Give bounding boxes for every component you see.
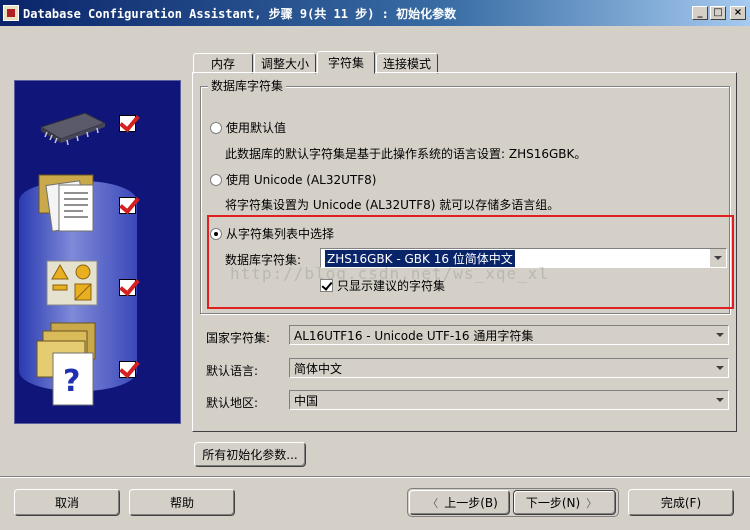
radio-button[interactable] xyxy=(210,173,222,186)
chevron-down-icon[interactable] xyxy=(712,326,728,344)
stage-1-check-icon xyxy=(119,115,136,132)
default-territory-select[interactable]: 中国 xyxy=(289,390,729,410)
default-charset-description: 此数据库的默认字符集是基于此操作系统的语言设置: ZHS16GBK。 xyxy=(225,147,587,161)
stage-2-check-icon xyxy=(119,197,136,214)
next-label: 下一步(N) xyxy=(525,496,581,510)
chip-icon xyxy=(33,99,128,169)
radio-label: 从字符集列表中选择 xyxy=(226,227,335,241)
tab-memory[interactable]: 内存 xyxy=(193,53,253,74)
radio-button[interactable] xyxy=(210,121,222,134)
chevron-left-icon: 〈 xyxy=(427,496,439,510)
tab-strip: 内存 调整大小 字符集 连接模式 xyxy=(193,51,439,74)
show-recommended-checkbox[interactable]: 只显示建议的字符集 xyxy=(320,277,445,294)
default-language-value: 简体中文 xyxy=(294,361,343,376)
wizard-image-panel: ? xyxy=(14,80,181,424)
stage-3-check-icon xyxy=(119,279,136,296)
group-legend: 数据库字符集 xyxy=(208,77,287,94)
default-territory-value: 中国 xyxy=(294,393,319,408)
all-init-params-button[interactable]: 所有初始化参数... xyxy=(194,442,306,467)
cancel-button[interactable]: 取消 xyxy=(14,489,120,516)
next-button[interactable]: 下一步(N) 〉 xyxy=(513,490,616,515)
checkbox-label: 只显示建议的字符集 xyxy=(337,279,446,293)
window-title: Database Configuration Assistant, 步骤 9(共… xyxy=(23,6,457,21)
unicode-charset-description: 将字符集设置为 Unicode (AL32UTF8) 就可以存储多语言组。 xyxy=(225,198,560,212)
radio-label: 使用默认值 xyxy=(226,121,287,135)
svg-text:?: ? xyxy=(63,364,80,399)
chevron-down-icon[interactable] xyxy=(712,359,728,377)
tab-sizing[interactable]: 调整大小 xyxy=(254,53,316,74)
chevron-right-icon: 〉 xyxy=(586,496,598,510)
documents-icon xyxy=(33,169,128,239)
tab-character-sets[interactable]: 字符集 xyxy=(317,51,375,74)
help-button[interactable]: 帮助 xyxy=(129,489,235,516)
radio-use-default[interactable]: 使用默认值 xyxy=(210,119,286,136)
help-document-icon: ? xyxy=(33,319,128,406)
maximize-button[interactable]: □ xyxy=(710,6,726,20)
finish-button[interactable]: 完成(F) xyxy=(628,489,734,516)
stage-4-check-icon xyxy=(119,361,136,378)
close-button[interactable]: × xyxy=(730,6,746,20)
checkbox[interactable] xyxy=(320,279,333,292)
national-charset-select[interactable]: AL16UTF16 - Unicode UTF-16 通用字符集 xyxy=(289,325,729,345)
national-charset-label: 国家字符集: xyxy=(206,331,271,345)
app-icon xyxy=(3,5,19,21)
radio-use-unicode[interactable]: 使用 Unicode (AL32UTF8) xyxy=(210,171,376,188)
default-territory-label: 默认地区: xyxy=(206,396,259,410)
minimize-button[interactable]: _ xyxy=(692,6,708,20)
back-label: 上一步(B) xyxy=(444,496,498,510)
radio-button[interactable] xyxy=(210,227,222,240)
default-language-label: 默认语言: xyxy=(206,364,259,378)
radio-label: 使用 Unicode (AL32UTF8) xyxy=(226,173,377,187)
chevron-down-icon[interactable] xyxy=(710,249,726,267)
default-language-select[interactable]: 简体中文 xyxy=(289,358,729,378)
back-button[interactable]: 〈 上一步(B) xyxy=(409,490,510,515)
footer-divider xyxy=(0,476,750,478)
chevron-down-icon[interactable] xyxy=(712,391,728,409)
radio-choose-from-list[interactable]: 从字符集列表中选择 xyxy=(210,225,334,242)
title-bar: Database Configuration Assistant, 步骤 9(共… xyxy=(0,0,750,26)
tab-connection-mode[interactable]: 连接模式 xyxy=(376,53,438,74)
national-charset-value: AL16UTF16 - Unicode UTF-16 通用字符集 xyxy=(294,328,534,343)
